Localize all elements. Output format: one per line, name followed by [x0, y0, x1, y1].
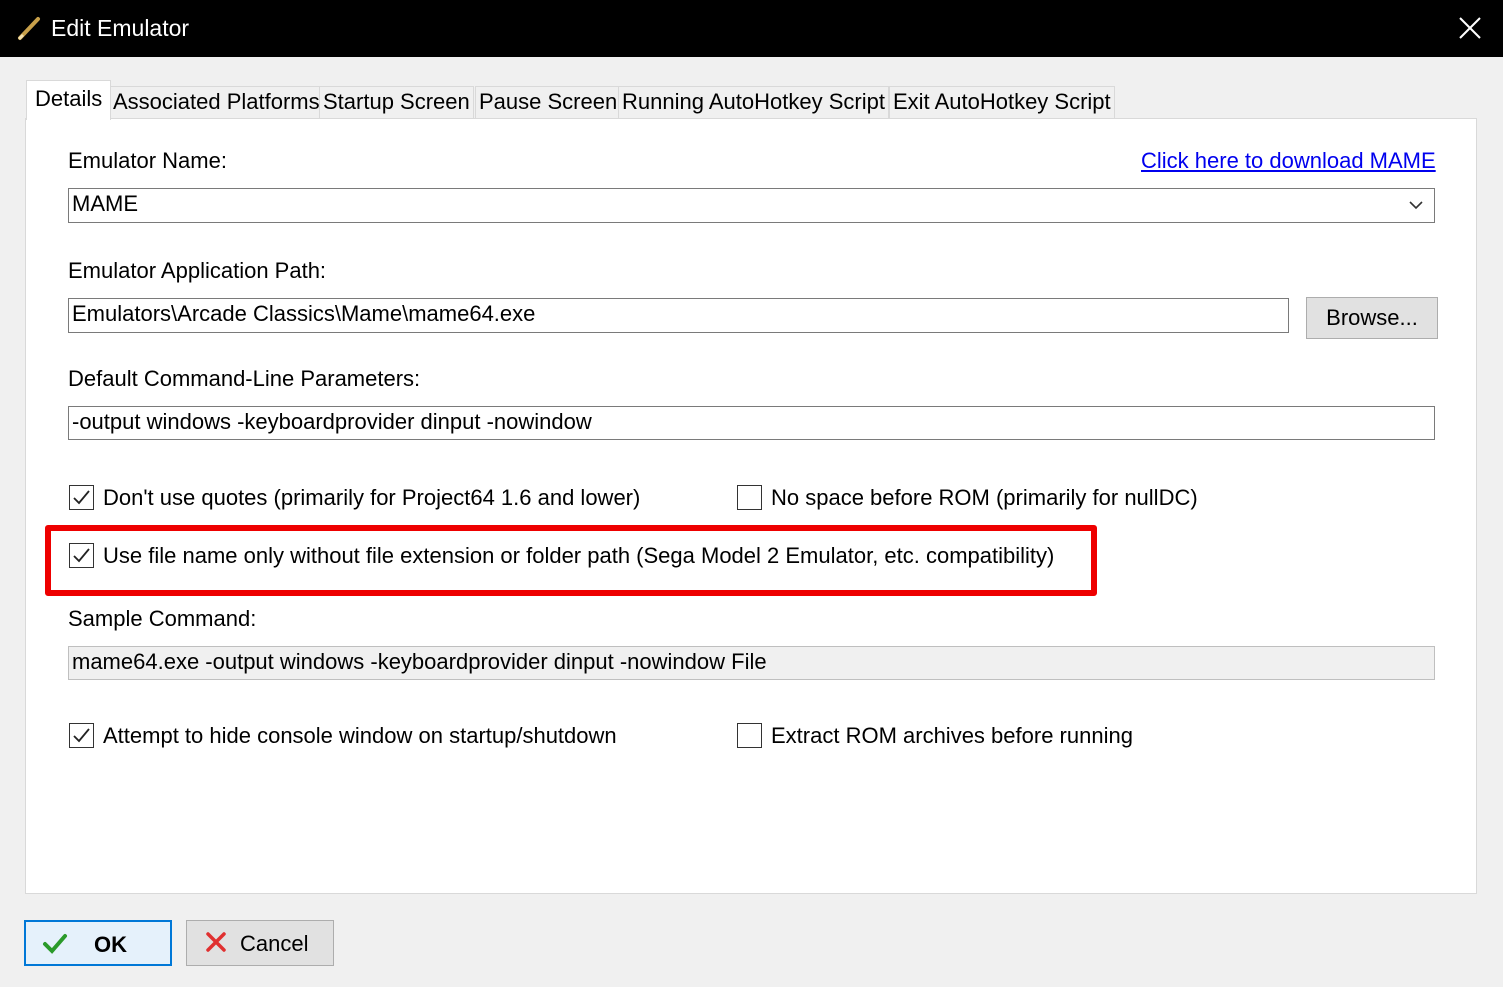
file-name-only-label: Use file name only without file extensio… — [103, 543, 1055, 568]
cancel-label: Cancel — [240, 931, 309, 956]
hide-console-label: Attempt to hide console window on startu… — [103, 723, 617, 748]
browse-button[interactable]: Browse... — [1306, 297, 1438, 339]
checkmark-icon — [43, 934, 67, 954]
no-space-checkbox[interactable] — [737, 485, 762, 510]
tab-pause-screen[interactable]: Pause Screen — [475, 86, 622, 119]
window-title: Edit Emulator — [51, 15, 190, 41]
close-icon — [1459, 17, 1481, 39]
app-path-label: Emulator Application Path: — [68, 258, 327, 283]
close-button[interactable] — [1437, 0, 1503, 57]
title-bar: Edit Emulator — [0, 0, 1503, 57]
no-quotes-checkbox[interactable] — [69, 485, 94, 510]
pencil-icon — [16, 14, 44, 42]
tab-associated-platforms[interactable]: Associated Platforms — [109, 86, 324, 119]
chevron-down-icon — [1409, 201, 1423, 210]
params-label: Default Command-Line Parameters: — [68, 366, 421, 391]
cancel-button[interactable]: Cancel — [186, 920, 334, 966]
hide-console-checkbox[interactable] — [69, 723, 94, 748]
extract-rom-checkbox[interactable] — [737, 723, 762, 748]
checkmark-icon — [73, 490, 90, 505]
tab-details[interactable]: Details — [26, 80, 112, 120]
params-input[interactable]: -output windows -keyboardprovider dinput… — [68, 406, 1435, 440]
emulator-name-value: MAME — [72, 191, 138, 216]
x-icon — [206, 932, 226, 952]
sample-command-field: mame64.exe -output windows -keyboardprov… — [68, 646, 1435, 680]
tab-exit-autohotkey-script[interactable]: Exit AutoHotkey Script — [889, 86, 1115, 119]
no-space-label: No space before ROM (primarily for nullD… — [771, 485, 1198, 510]
checkmark-icon — [73, 548, 90, 563]
ok-label: OK — [94, 932, 127, 957]
tab-running-autohotkey-script[interactable]: Running AutoHotkey Script — [618, 86, 889, 119]
emulator-name-label: Emulator Name: — [68, 148, 227, 173]
emulator-name-combo[interactable]: MAME — [68, 188, 1435, 223]
app-path-input[interactable]: Emulators\Arcade Classics\Mame\mame64.ex… — [68, 298, 1289, 333]
no-quotes-label: Don't use quotes (primarily for Project6… — [103, 485, 641, 510]
sample-command-label: Sample Command: — [68, 606, 257, 631]
file-name-only-checkbox[interactable] — [69, 543, 94, 568]
extract-rom-label: Extract ROM archives before running — [771, 723, 1133, 748]
tab-startup-screen[interactable]: Startup Screen — [319, 86, 474, 119]
checkmark-icon — [73, 728, 90, 743]
ok-button[interactable]: OK — [24, 920, 172, 966]
download-mame-link[interactable]: Click here to download MAME — [1141, 148, 1436, 174]
